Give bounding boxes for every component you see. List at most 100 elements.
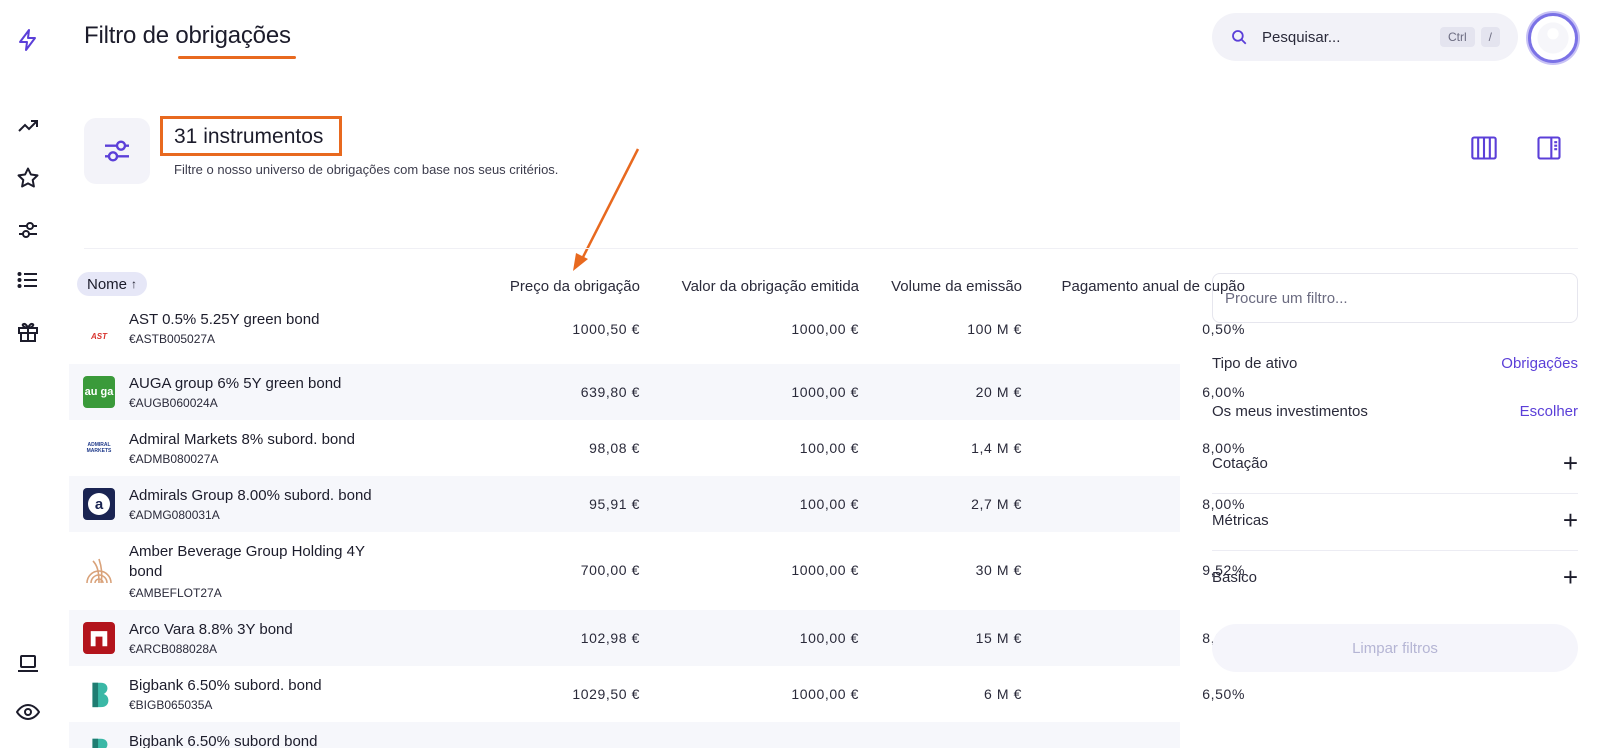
columns-view-icon[interactable] [1470, 134, 1498, 162]
bond-volume: 100 M € [967, 321, 1022, 337]
filter-divider [1212, 550, 1578, 551]
bond-code: €AMBEFLOT27A [129, 586, 222, 600]
bond-volume: 20 M € [975, 384, 1022, 400]
global-search[interactable]: Pesquisar... Ctrl / [1212, 13, 1518, 61]
bond-nominal: 100,00 € [799, 630, 859, 646]
filter-section-label: Métricas [1212, 511, 1269, 529]
avatar[interactable] [1528, 13, 1578, 63]
bond-name: AUGA group 6% 5Y green bond [129, 375, 342, 392]
sort-by-name-chip[interactable]: Nome ↑ [77, 272, 148, 296]
filter-my-investments-label: Os meus investimentos [1212, 402, 1368, 420]
bond-nominal: 100,00 € [799, 440, 859, 456]
bond-volume: 6 M € [983, 686, 1022, 702]
amber-beverage-logo [83, 555, 115, 587]
bond-name: AST 0.5% 5.25Y green bond [129, 311, 320, 328]
bond-coupon: 6,00% [1202, 384, 1245, 400]
bond-nominal: 1000,00 € [791, 686, 859, 702]
bond-name: Bigbank 6.50% subord bond [129, 733, 318, 748]
filter-asset-type-value[interactable]: Obrigações [1501, 355, 1578, 372]
admirals-logo: a [83, 488, 115, 520]
bond-coupon: 6,50% [1202, 686, 1245, 702]
auga-logo: au ga [83, 376, 115, 408]
column-header-price[interactable]: Preço da obrigação [510, 278, 640, 295]
admirals-logo-letter: a [88, 493, 110, 515]
bond-volume: 2,7 M € [971, 496, 1022, 512]
bond-code: €BIGB065035A [129, 698, 213, 712]
bond-volume: 1,4 M € [971, 440, 1022, 456]
bond-code: €ADMG080031A [129, 508, 220, 522]
logo-lightning-icon[interactable] [14, 26, 42, 54]
user-icon [1537, 22, 1569, 54]
filter-my-investments[interactable]: Os meus investimentos Escolher [1212, 399, 1578, 423]
list-icon[interactable] [14, 266, 42, 294]
bond-price: 639,80 € [580, 384, 640, 400]
trending-up-icon[interactable] [14, 112, 42, 140]
gift-icon[interactable] [14, 318, 42, 346]
filter-section-basic[interactable]: Básico + [1212, 564, 1578, 590]
bond-coupon: 0,50% [1202, 321, 1245, 337]
instrument-count: 31 instrumentos [174, 125, 324, 148]
table-row[interactable]: Bigbank 6.50% subord. bond €BIGB065035A … [69, 666, 1244, 722]
column-header-volume[interactable]: Volume da emissão [891, 278, 1022, 295]
bond-name-line1: Amber Beverage Group Holding 4Y [129, 543, 365, 560]
bond-nominal: 1000,00 € [791, 562, 859, 578]
star-icon[interactable] [14, 164, 42, 192]
filter-section-label: Básico [1212, 568, 1258, 586]
filter-sliders-icon [105, 140, 129, 162]
bond-volume: 30 M € [975, 562, 1022, 578]
bigbank-logo [83, 734, 115, 748]
bond-price: 98,08 € [589, 440, 640, 456]
table-row[interactable]: ADMIRAL MARKETS Admiral Markets 8% subor… [69, 420, 1245, 476]
page-title: Filtro de obrigações [84, 22, 291, 49]
admiral-markets-logo: ADMIRAL MARKETS [86, 442, 112, 454]
table-row[interactable]: Amber Beverage Group Holding 4Y bond €AM… [69, 532, 1244, 610]
table-row[interactable]: Arco Vara 8.8% 3Y bond €ARCB088028A 102,… [69, 610, 1244, 666]
filter-asset-type-label: Tipo de ativo [1212, 354, 1298, 372]
plus-icon[interactable]: + [1563, 564, 1578, 590]
filter-section-metrics[interactable]: Métricas + [1212, 507, 1578, 533]
filter-section-quote[interactable]: Cotação + [1212, 450, 1578, 476]
annotation-arrow [573, 148, 640, 271]
table-row[interactable]: AST AST 0.5% 5.25Y green bond €ASTB00502… [69, 308, 1244, 364]
sidebar [0, 0, 56, 748]
plus-icon[interactable]: + [1563, 507, 1578, 533]
page-subtitle: Filtre o nosso universo de obrigações co… [174, 162, 559, 177]
filter-asset-type[interactable]: Tipo de ativo Obrigações [1212, 351, 1578, 375]
laptop-icon[interactable] [14, 650, 42, 678]
filter-divider [1212, 493, 1578, 494]
bond-code: €ARCB088028A [129, 642, 218, 656]
section-divider [84, 248, 1578, 249]
search-placeholder: Pesquisar... [1262, 28, 1341, 46]
table-row[interactable]: a Admirals Group 8.00% subord. bond €ADM… [69, 476, 1244, 532]
table-row[interactable]: Bigbank 6.50% subord bond [69, 722, 1180, 748]
filter-sliders-icon[interactable] [14, 216, 42, 244]
bond-code: €ADMB080027A [129, 452, 219, 466]
bond-name: Admiral Markets 8% subord. bond [129, 431, 355, 448]
bond-nominal: 100,00 € [799, 496, 859, 512]
clear-filters-button[interactable]: Limpar filtros [1212, 624, 1578, 672]
bond-name: Bigbank 6.50% subord. bond [129, 677, 322, 694]
filter-search-placeholder: Procure um filtro... [1225, 289, 1348, 307]
bond-name: Admirals Group 8.00% subord. bond [129, 487, 372, 504]
bond-price: 700,00 € [580, 562, 640, 578]
filter-my-investments-value[interactable]: Escolher [1520, 403, 1578, 420]
column-header-nominal[interactable]: Valor da obrigação emitida [682, 278, 859, 295]
side-panel-icon[interactable] [1535, 134, 1563, 162]
eye-icon[interactable] [14, 698, 42, 726]
table-row[interactable]: au ga AUGA group 6% 5Y green bond €AUGB0… [69, 364, 1244, 420]
plus-icon[interactable]: + [1563, 450, 1578, 476]
table-header: Nome ↑ Preço da obrigação Valor da obrig… [69, 268, 1245, 308]
filter-tile [84, 118, 150, 184]
search-icon [1232, 30, 1247, 45]
filter-search-input[interactable]: Procure um filtro... [1212, 273, 1578, 323]
filter-panel: Procure um filtro... Tipo de ativo Obrig… [1212, 273, 1578, 672]
bond-code: €AUGB060024A [129, 396, 218, 410]
bond-price: 1029,50 € [572, 686, 640, 702]
bond-name-line2: bond [129, 563, 163, 580]
ast-logo: AST [91, 331, 107, 341]
sort-label: Nome [87, 275, 128, 293]
bond-price: 102,98 € [580, 630, 640, 646]
bigbank-logo [83, 678, 115, 710]
bond-nominal: 1000,00 € [791, 384, 859, 400]
bond-name: Arco Vara 8.8% 3Y bond [129, 621, 293, 638]
